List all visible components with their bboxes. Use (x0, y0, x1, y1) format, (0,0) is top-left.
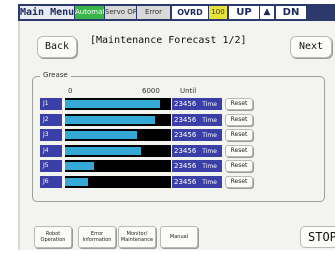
remaining-unit: Time (202, 163, 217, 170)
arrow-up-icon: ▲ (260, 6, 274, 19)
reset-button[interactable]: Reset (225, 114, 253, 126)
grease-bar-track (65, 145, 171, 157)
grease-bar-fill (65, 178, 88, 186)
remaining-value: 23456 Time (172, 129, 222, 141)
remaining-unit: Time (202, 148, 217, 155)
reset-button[interactable]: Reset (225, 98, 253, 110)
remaining-number: 23456 (174, 100, 197, 108)
remaining-unit: Time (202, 101, 217, 108)
grease-bar-track (65, 176, 171, 188)
error-information-button[interactable]: Error Information (78, 226, 116, 248)
remaining-unit: Time (202, 117, 217, 124)
back-button[interactable]: Back (37, 36, 77, 58)
monitor-maintenance-button[interactable]: Monitor/ Maintenance (118, 226, 156, 248)
remaining-number: 23456 (174, 131, 197, 139)
robot-operation-button[interactable]: Robot Operation (34, 226, 72, 248)
reset-button[interactable]: Reset (225, 129, 253, 141)
override-up-button[interactable]: UP (229, 6, 259, 19)
grease-bar-fill (65, 131, 137, 139)
grease-bar-fill (65, 162, 94, 170)
error-information-label-2: Information (82, 237, 112, 243)
screen-bezel (0, 0, 18, 254)
remaining-value: 23456 Time (172, 176, 222, 188)
reset-button[interactable]: Reset (225, 176, 253, 188)
grease-bar-fill (65, 100, 160, 108)
pendant-screen: Main Menu Automatic Servo OFF Error OVRD… (0, 0, 335, 254)
override-label: OVRD (172, 6, 208, 19)
scale-unit-label: Until (180, 87, 197, 95)
grease-bar-track (65, 160, 171, 172)
axis-label: J4 (40, 145, 62, 157)
scale-min-label: 0 (68, 87, 73, 95)
scale-max-label: 6000 (142, 87, 160, 95)
main-menu-button[interactable]: Main Menu (20, 6, 74, 19)
remaining-number: 23456 (174, 162, 197, 170)
axis-label: J3 (40, 129, 62, 141)
stop-button[interactable]: STOP (300, 226, 335, 248)
remaining-value: 23456 Time (172, 160, 222, 172)
remaining-unit: Time (202, 179, 217, 186)
remaining-number: 23456 (174, 116, 197, 124)
override-value: 100 (209, 6, 227, 19)
grease-group-title: Grease (40, 70, 71, 80)
error-indicator: Error (137, 6, 170, 19)
axis-label: J6 (40, 176, 62, 188)
grease-bar-fill (65, 147, 141, 155)
remaining-number: 23456 (174, 147, 197, 155)
monitor-maintenance-label-2: Maintenance (120, 237, 154, 243)
axis-label: J5 (40, 160, 62, 172)
axis-label: J2 (40, 114, 62, 126)
status-bar: Main Menu Automatic Servo OFF Error OVRD… (18, 4, 335, 21)
grease-bar-fill (65, 116, 155, 124)
remaining-unit: Time (202, 132, 217, 139)
reset-button[interactable]: Reset (225, 160, 253, 172)
override-down-button[interactable]: DN (276, 6, 306, 19)
remaining-value: 23456 Time (172, 98, 222, 110)
grease-bar-track (65, 129, 171, 141)
remaining-value: 23456 Time (172, 145, 222, 157)
remaining-value: 23456 Time (172, 114, 222, 126)
robot-operation-label-2: Operation (40, 237, 66, 243)
next-button[interactable]: Next (290, 36, 332, 58)
operation-mode-indicator: Automatic (75, 6, 104, 19)
servo-status-indicator: Servo OFF (105, 6, 136, 19)
grease-bar-track (65, 114, 171, 126)
manual-label: Manual (169, 234, 189, 240)
axis-label: J1 (40, 98, 62, 110)
remaining-number: 23456 (174, 178, 197, 186)
reset-button[interactable]: Reset (225, 145, 253, 157)
manual-button[interactable]: Manual (160, 226, 198, 248)
page-title: [Maintenance Forecast 1/2] (90, 35, 247, 46)
grease-bar-track (65, 98, 171, 110)
